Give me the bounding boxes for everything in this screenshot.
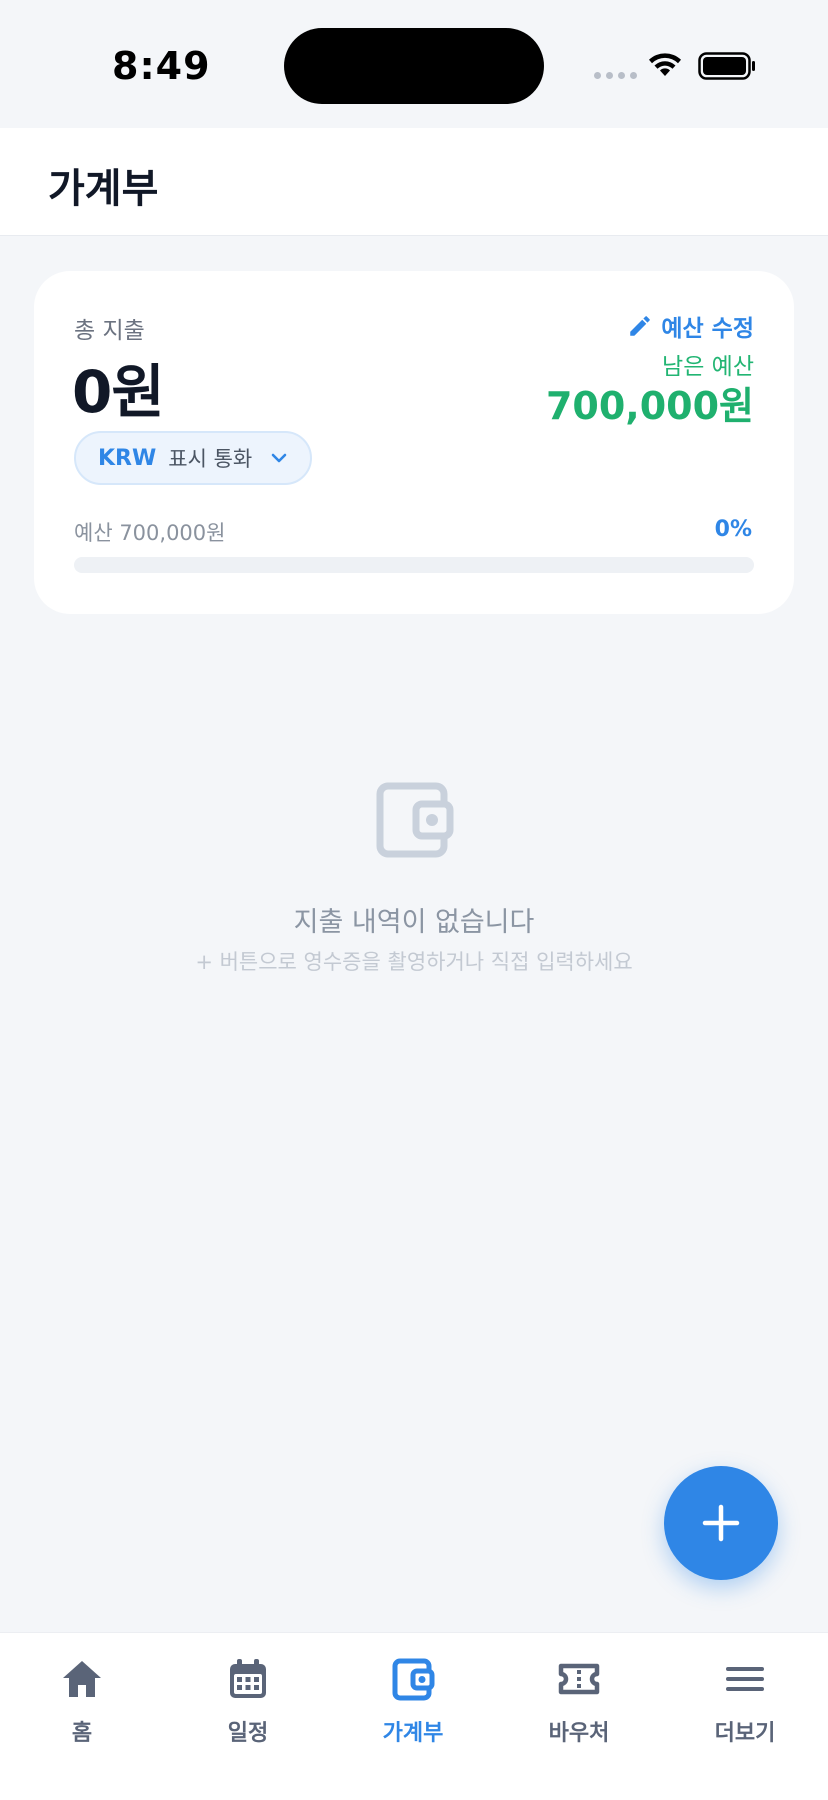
total-spending-label: 총 지출 [74, 318, 145, 344]
nav-label-budget: 가계부 [382, 1721, 444, 1746]
wifi-icon [649, 53, 681, 76]
budget-total-label: 예산 700,000원 [74, 521, 226, 545]
bottom-nav: 홈 일정 가계부 바우처 더보기 [0, 1632, 828, 1800]
nav-label-home: 홈 [71, 1721, 93, 1746]
nav-item-more[interactable]: 더보기 [685, 1657, 805, 1747]
edit-budget-button[interactable]: 예산 수정 [627, 309, 754, 343]
cellular-signal-icon [594, 72, 637, 79]
home-icon [63, 1661, 101, 1697]
edit-budget-label: 예산 수정 [661, 316, 754, 342]
currency-code: KRW [98, 445, 157, 471]
battery-icon [698, 52, 755, 80]
nav-label-more: 더보기 [714, 1721, 776, 1746]
calendar-icon [230, 1659, 266, 1698]
page-title: 가계부 [48, 166, 159, 212]
menu-icon [726, 1667, 764, 1691]
pencil-icon [630, 316, 651, 336]
app-header: 가계부 [0, 128, 828, 236]
empty-state-subtitle: + 버튼으로 영수증을 촬영하거나 직접 입력하세요 [195, 950, 633, 974]
nav-label-schedule: 일정 [227, 1721, 269, 1746]
wallet-icon [376, 782, 454, 858]
nav-item-schedule[interactable]: 일정 [188, 1657, 308, 1747]
status-bar: 8:49 [0, 0, 828, 128]
ticket-icon [558, 1663, 600, 1695]
nav-item-budget[interactable]: 가계부 [353, 1657, 473, 1747]
plus-icon [702, 1504, 740, 1542]
remaining-budget-amount: 700,000원 [545, 384, 754, 428]
status-time: 8:49 [112, 44, 211, 88]
budget-used-percent: 0% [714, 517, 752, 542]
budget-summary-card: 총 지출 0원 예산 수정 남은 예산 700,000원 KRW 표시 통화 예… [34, 271, 794, 614]
wallet-icon [392, 1658, 435, 1701]
app-screen: 8:49 가계부 총 지출 0원 예산 수정 남은 예산 700,000원 KR… [0, 0, 828, 1800]
empty-state-title: 지출 내역이 없습니다 [293, 907, 535, 938]
nav-item-home[interactable]: 홈 [22, 1657, 142, 1747]
add-expense-button[interactable] [664, 1466, 778, 1580]
budget-progress-bar [74, 557, 754, 573]
currency-label: 표시 통화 [168, 447, 253, 471]
dynamic-island [284, 28, 544, 104]
chevron-down-icon [271, 453, 287, 463]
nav-label-voucher: 바우처 [548, 1721, 610, 1746]
total-spending-amount: 0원 [72, 358, 165, 426]
currency-selector[interactable]: KRW 표시 통화 [74, 431, 312, 485]
nav-item-voucher[interactable]: 바우처 [519, 1657, 639, 1747]
